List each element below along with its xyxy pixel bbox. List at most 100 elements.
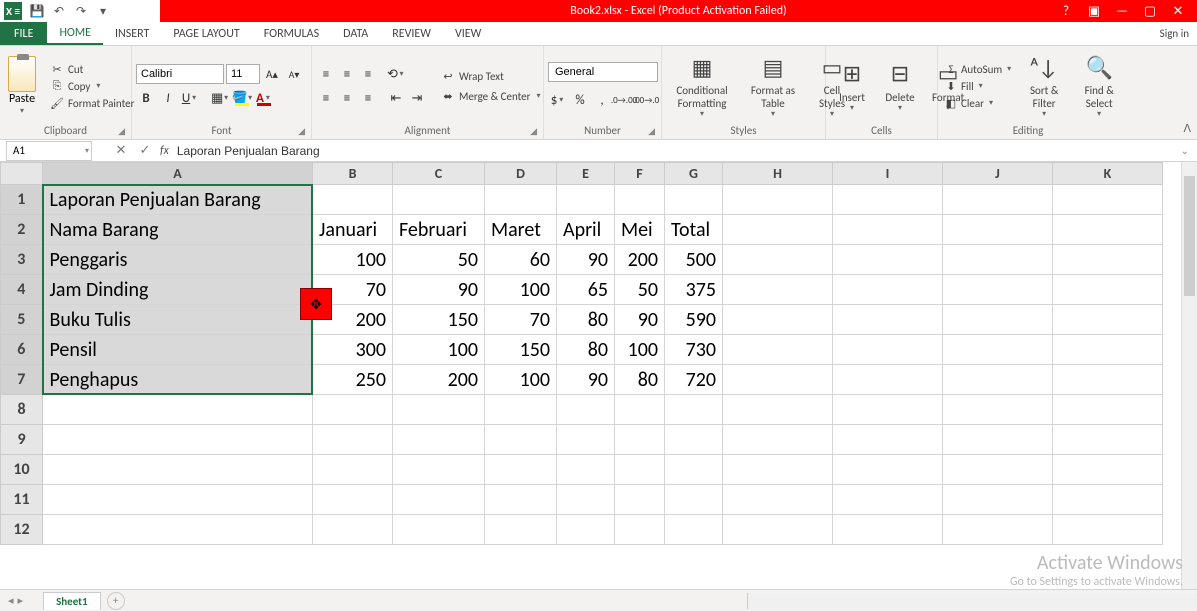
font-name-input[interactable] xyxy=(136,64,224,84)
cell-E12[interactable] xyxy=(557,515,615,545)
conditional-formatting-button[interactable]: ▦Conditional Formatting▾ xyxy=(666,50,738,122)
cell-J4[interactable] xyxy=(943,275,1053,305)
formula-input[interactable] xyxy=(177,144,1181,158)
format-painter-button[interactable]: 🖌Format Painter xyxy=(48,95,136,111)
percent-format-icon[interactable]: % xyxy=(570,90,590,110)
cell-C2[interactable]: Februari xyxy=(393,215,485,245)
cell-F6[interactable]: 100 xyxy=(615,335,665,365)
cell-J3[interactable] xyxy=(943,245,1053,275)
cell-E2[interactable]: April xyxy=(557,215,615,245)
cell-F9[interactable] xyxy=(615,425,665,455)
cell-D6[interactable]: 150 xyxy=(485,335,557,365)
cell-J12[interactable] xyxy=(943,515,1053,545)
cell-G6[interactable]: 730 xyxy=(665,335,723,365)
name-box[interactable]: A1▾ xyxy=(6,141,92,161)
cell-G4[interactable]: 375 xyxy=(665,275,723,305)
cell-K6[interactable] xyxy=(1053,335,1163,365)
cell-H4[interactable] xyxy=(723,275,833,305)
copy-button[interactable]: ⎘Copy▾ xyxy=(48,78,136,94)
decrease-decimal-icon[interactable]: .00→.0 xyxy=(636,90,656,110)
increase-indent-icon[interactable]: ⇥ xyxy=(407,88,427,108)
maximize-icon[interactable]: ▢ xyxy=(1139,2,1161,20)
cell-C7[interactable]: 200 xyxy=(393,365,485,395)
cancel-entry-icon[interactable]: ✕ xyxy=(112,142,130,160)
cell-C4[interactable]: 90 xyxy=(393,275,485,305)
cell-G12[interactable] xyxy=(665,515,723,545)
enter-entry-icon[interactable]: ✓ xyxy=(136,142,154,160)
cell-I5[interactable] xyxy=(833,305,943,335)
cell-K9[interactable] xyxy=(1053,425,1163,455)
orientation-icon[interactable]: ⟲▾ xyxy=(386,64,406,84)
cell-I9[interactable] xyxy=(833,425,943,455)
cell-J9[interactable] xyxy=(943,425,1053,455)
delete-cells-button[interactable]: ⊟Delete▾ xyxy=(878,57,922,116)
collapse-ribbon-icon[interactable]: ᐱ xyxy=(1183,122,1191,135)
row-header-5[interactable]: 5 xyxy=(1,305,43,335)
tab-data[interactable]: DATA xyxy=(331,22,380,45)
align-right-icon[interactable]: ≡ xyxy=(358,88,378,108)
cell-B3[interactable]: 100 xyxy=(313,245,393,275)
cell-K5[interactable] xyxy=(1053,305,1163,335)
cell-E5[interactable]: 80 xyxy=(557,305,615,335)
cell-G1[interactable] xyxy=(665,185,723,215)
cell-C12[interactable] xyxy=(393,515,485,545)
cell-C5[interactable]: 150 xyxy=(393,305,485,335)
cell-B7[interactable]: 250 xyxy=(313,365,393,395)
cell-J8[interactable] xyxy=(943,395,1053,425)
tab-file[interactable]: FILE xyxy=(0,22,47,45)
align-left-icon[interactable]: ≡ xyxy=(316,88,336,108)
font-size-input[interactable] xyxy=(226,64,260,84)
col-header-F[interactable]: F xyxy=(615,163,665,185)
cell-H8[interactable] xyxy=(723,395,833,425)
fill-button[interactable]: ⬇Fill▾ xyxy=(942,78,1015,94)
cell-G9[interactable] xyxy=(665,425,723,455)
cell-D3[interactable]: 60 xyxy=(485,245,557,275)
cell-E1[interactable] xyxy=(557,185,615,215)
cell-I8[interactable] xyxy=(833,395,943,425)
cell-A2[interactable]: Nama Barang xyxy=(43,215,313,245)
cell-C6[interactable]: 100 xyxy=(393,335,485,365)
cut-button[interactable]: ✂Cut xyxy=(48,61,136,77)
tab-view[interactable]: VIEW xyxy=(443,22,493,45)
cell-G10[interactable] xyxy=(665,455,723,485)
cell-H7[interactable] xyxy=(723,365,833,395)
cell-I7[interactable] xyxy=(833,365,943,395)
row-header-3[interactable]: 3 xyxy=(1,245,43,275)
cell-I6[interactable] xyxy=(833,335,943,365)
italic-button[interactable]: I xyxy=(158,88,178,108)
cell-E3[interactable]: 90 xyxy=(557,245,615,275)
col-header-G[interactable]: G xyxy=(665,163,723,185)
cell-E10[interactable] xyxy=(557,455,615,485)
cell-A3[interactable]: Penggaris xyxy=(43,245,313,275)
cell-C10[interactable] xyxy=(393,455,485,485)
row-header-9[interactable]: 9 xyxy=(1,425,43,455)
border-button[interactable]: ▦▾ xyxy=(210,88,230,108)
cell-F10[interactable] xyxy=(615,455,665,485)
sheet-nav-next-icon[interactable]: ▸ xyxy=(18,594,24,607)
row-header-7[interactable]: 7 xyxy=(1,365,43,395)
cell-D11[interactable] xyxy=(485,485,557,515)
increase-font-icon[interactable]: A▴ xyxy=(262,64,282,84)
row-header-2[interactable]: 2 xyxy=(1,215,43,245)
decrease-font-icon[interactable]: A▾ xyxy=(284,64,304,84)
cell-G11[interactable] xyxy=(665,485,723,515)
cell-C3[interactable]: 50 xyxy=(393,245,485,275)
cell-H2[interactable] xyxy=(723,215,833,245)
help-icon[interactable]: ? xyxy=(1055,2,1077,20)
cell-E7[interactable]: 90 xyxy=(557,365,615,395)
cell-C9[interactable] xyxy=(393,425,485,455)
cell-K2[interactable] xyxy=(1053,215,1163,245)
cell-H11[interactable] xyxy=(723,485,833,515)
cell-K7[interactable] xyxy=(1053,365,1163,395)
cell-J5[interactable] xyxy=(943,305,1053,335)
new-sheet-button[interactable]: + xyxy=(107,592,125,610)
cell-D1[interactable] xyxy=(485,185,557,215)
cell-A11[interactable] xyxy=(43,485,313,515)
cell-A4[interactable]: Jam Dinding xyxy=(43,275,313,305)
cell-B8[interactable] xyxy=(313,395,393,425)
cell-B10[interactable] xyxy=(313,455,393,485)
cell-E9[interactable] xyxy=(557,425,615,455)
cell-J10[interactable] xyxy=(943,455,1053,485)
cell-F1[interactable] xyxy=(615,185,665,215)
cell-B1[interactable] xyxy=(313,185,393,215)
